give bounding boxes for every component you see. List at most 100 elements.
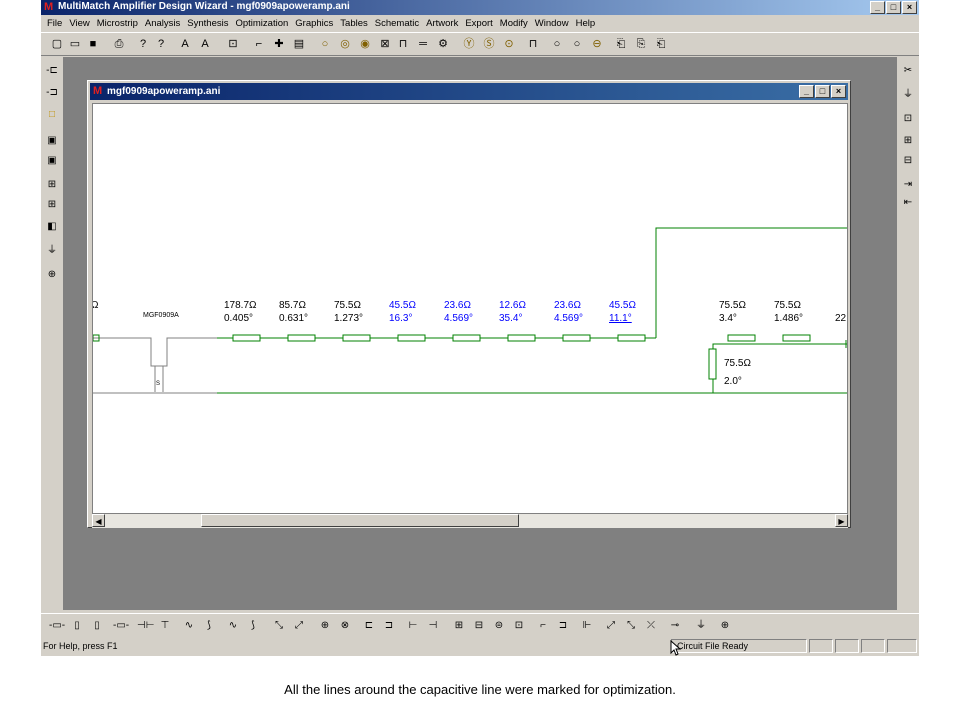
circuit-link-icon[interactable]: ▣ bbox=[44, 153, 60, 169]
series-line-10[interactable]: 75.5Ω 1.486° bbox=[774, 300, 811, 342]
zoom-out-icon[interactable]: ⊟ bbox=[900, 153, 916, 169]
line-symbol[interactable] bbox=[727, 334, 756, 342]
menu-view[interactable]: View bbox=[69, 18, 89, 29]
dot-tool-icon[interactable]: ⊡ bbox=[900, 111, 916, 127]
stub-icon[interactable]: ⊓ bbox=[395, 36, 411, 52]
menu-export[interactable]: Export bbox=[465, 18, 492, 29]
import-icon[interactable]: ⎘ bbox=[633, 36, 649, 52]
menu-artwork[interactable]: Artwork bbox=[426, 18, 458, 29]
context-help-icon[interactable]: ? bbox=[153, 36, 169, 52]
menu-analysis[interactable]: Analysis bbox=[145, 18, 180, 29]
child-close-button[interactable]: × bbox=[831, 85, 846, 98]
minimize-button[interactable]: _ bbox=[870, 1, 885, 14]
line-symbol[interactable] bbox=[562, 334, 591, 342]
series-capacitor-icon[interactable]: ⊣⊢ bbox=[137, 618, 154, 634]
menu-microstrip[interactable]: Microstrip bbox=[97, 18, 138, 29]
menu-help[interactable]: Help bbox=[576, 18, 596, 29]
menu-schematic[interactable]: Schematic bbox=[375, 18, 419, 29]
series-line-icon[interactable]: -▭- bbox=[113, 618, 129, 634]
zoom-in-icon[interactable]: ⊞ bbox=[900, 133, 916, 149]
series-inductor-icon[interactable]: ∿ bbox=[181, 618, 197, 634]
arrow-out-icon[interactable]: ⇤ bbox=[900, 195, 916, 211]
ring-icon[interactable]: ○ bbox=[549, 36, 565, 52]
scroll-left-arrow[interactable]: ◀ bbox=[92, 514, 105, 527]
export-icon[interactable]: ⎗ bbox=[613, 36, 629, 52]
cross-junction-icon[interactable]: ⊗ bbox=[337, 618, 353, 634]
circle-dot-icon[interactable]: ◉ bbox=[357, 36, 373, 52]
line-symbol[interactable] bbox=[397, 334, 426, 342]
circle-p-icon[interactable]: ◎ bbox=[337, 36, 353, 52]
text-alt-icon[interactable]: A bbox=[197, 36, 213, 52]
port-icon[interactable]: -⊏ bbox=[44, 63, 60, 79]
series-resistor-icon[interactable]: -▭- bbox=[49, 618, 65, 634]
menu-synthesis[interactable]: Synthesis bbox=[187, 18, 228, 29]
series-line-9[interactable]: 75.5Ω 3.4° bbox=[719, 300, 756, 342]
arrow-in-icon[interactable]: ⇥ bbox=[900, 177, 916, 193]
network-alt-icon[interactable]: ⊞ bbox=[44, 197, 60, 213]
series-rl-icon[interactable]: ∿ bbox=[225, 618, 241, 634]
ring-alt-icon[interactable]: ○ bbox=[569, 36, 585, 52]
grid-x-icon[interactable]: ⊠ bbox=[377, 36, 393, 52]
coupled-line-alt-icon[interactable]: ⤢ bbox=[291, 618, 307, 634]
element-icon[interactable]: □ bbox=[44, 107, 60, 123]
bend-icon[interactable]: ⌐ bbox=[251, 36, 267, 52]
series-line-6[interactable]: 12.6Ω 35.4° bbox=[499, 300, 536, 342]
select-icon[interactable]: ⊡ bbox=[225, 36, 241, 52]
line-symbol[interactable] bbox=[782, 334, 811, 342]
attenuator-icon[interactable]: ⊩ bbox=[579, 618, 595, 634]
child-minimize-button[interactable]: _ bbox=[799, 85, 814, 98]
gap-icon[interactable]: ⊣ bbox=[425, 618, 441, 634]
open-folder-icon[interactable]: ▭ bbox=[67, 36, 83, 52]
save-icon[interactable]: ■ bbox=[85, 36, 101, 52]
print-icon[interactable]: ⎙ bbox=[111, 36, 127, 52]
coupled-line-icon[interactable]: ⤡ bbox=[271, 618, 287, 634]
line-symbol[interactable] bbox=[617, 334, 646, 342]
series-line-4[interactable]: 45.5Ω 16.3° bbox=[389, 300, 426, 342]
open-stub-icon[interactable]: ⊏ bbox=[361, 618, 377, 634]
menu-modify[interactable]: Modify bbox=[500, 18, 528, 29]
line-symbol[interactable] bbox=[232, 334, 261, 342]
ring-minus-icon[interactable]: ⊖ bbox=[589, 36, 605, 52]
series-line-8[interactable]: 45.5Ω 11.1° bbox=[609, 300, 646, 342]
resonator-icon[interactable]: ⊟ bbox=[471, 618, 487, 634]
help-icon[interactable]: ? bbox=[135, 36, 151, 52]
artwork-icon[interactable]: ⎗ bbox=[653, 36, 669, 52]
menu-graphics[interactable]: Graphics bbox=[295, 18, 333, 29]
line-symbol[interactable] bbox=[287, 334, 316, 342]
ground-icon[interactable]: ⏚ bbox=[44, 243, 60, 259]
transistor-symbol[interactable] bbox=[93, 337, 217, 394]
ground-tool-icon[interactable]: ⏚ bbox=[900, 87, 916, 103]
text-icon[interactable]: A bbox=[177, 36, 193, 52]
probe-icon[interactable]: ⊸ bbox=[667, 618, 683, 634]
diode-cross-icon[interactable]: ⤫ bbox=[643, 618, 659, 634]
shunt-line-symbol[interactable] bbox=[708, 348, 717, 380]
series-line-1[interactable]: 178.7Ω 0.405° bbox=[224, 300, 261, 342]
radial-stub-icon[interactable]: ⊜ bbox=[491, 618, 507, 634]
short-stub-icon[interactable]: ⊐ bbox=[381, 618, 397, 634]
cut-icon[interactable]: ✂ bbox=[900, 63, 916, 79]
diode-icon[interactable]: ⤢ bbox=[603, 618, 619, 634]
shunt-element-icon[interactable]: ▯ bbox=[89, 618, 105, 634]
s-icon[interactable]: Ⓢ bbox=[481, 36, 497, 52]
shunt-rl-icon[interactable]: ⟆ bbox=[245, 618, 261, 634]
y-icon[interactable]: Ⓨ bbox=[461, 36, 477, 52]
gear-icon[interactable]: ⚙ bbox=[435, 36, 451, 52]
series-line-7[interactable]: 23.6Ω 4.569° bbox=[554, 300, 591, 342]
menu-optimization[interactable]: Optimization bbox=[235, 18, 288, 29]
maximize-button[interactable]: □ bbox=[886, 1, 901, 14]
line-symbol[interactable] bbox=[452, 334, 481, 342]
box-icon[interactable]: ▤ bbox=[291, 36, 307, 52]
via-icon[interactable]: ⊡ bbox=[511, 618, 527, 634]
diode-alt-icon[interactable]: ⤡ bbox=[623, 618, 639, 634]
network-icon[interactable]: ⊞ bbox=[44, 177, 60, 193]
ground-bottom-icon[interactable]: ⏚ bbox=[693, 618, 709, 634]
menu-file[interactable]: File bbox=[47, 18, 62, 29]
circle-icon[interactable]: ○ bbox=[317, 36, 333, 52]
menu-window[interactable]: Window bbox=[535, 18, 569, 29]
circuit-icon[interactable]: ▣ bbox=[44, 133, 60, 149]
terminal-icon[interactable]: -⊐ bbox=[44, 85, 60, 101]
series-line-3[interactable]: 75.5Ω 1.273° bbox=[334, 300, 371, 342]
pulse-icon[interactable]: ⊓ bbox=[525, 36, 541, 52]
child-maximize-button[interactable]: □ bbox=[815, 85, 830, 98]
device-icon[interactable]: ◧ bbox=[44, 219, 60, 235]
